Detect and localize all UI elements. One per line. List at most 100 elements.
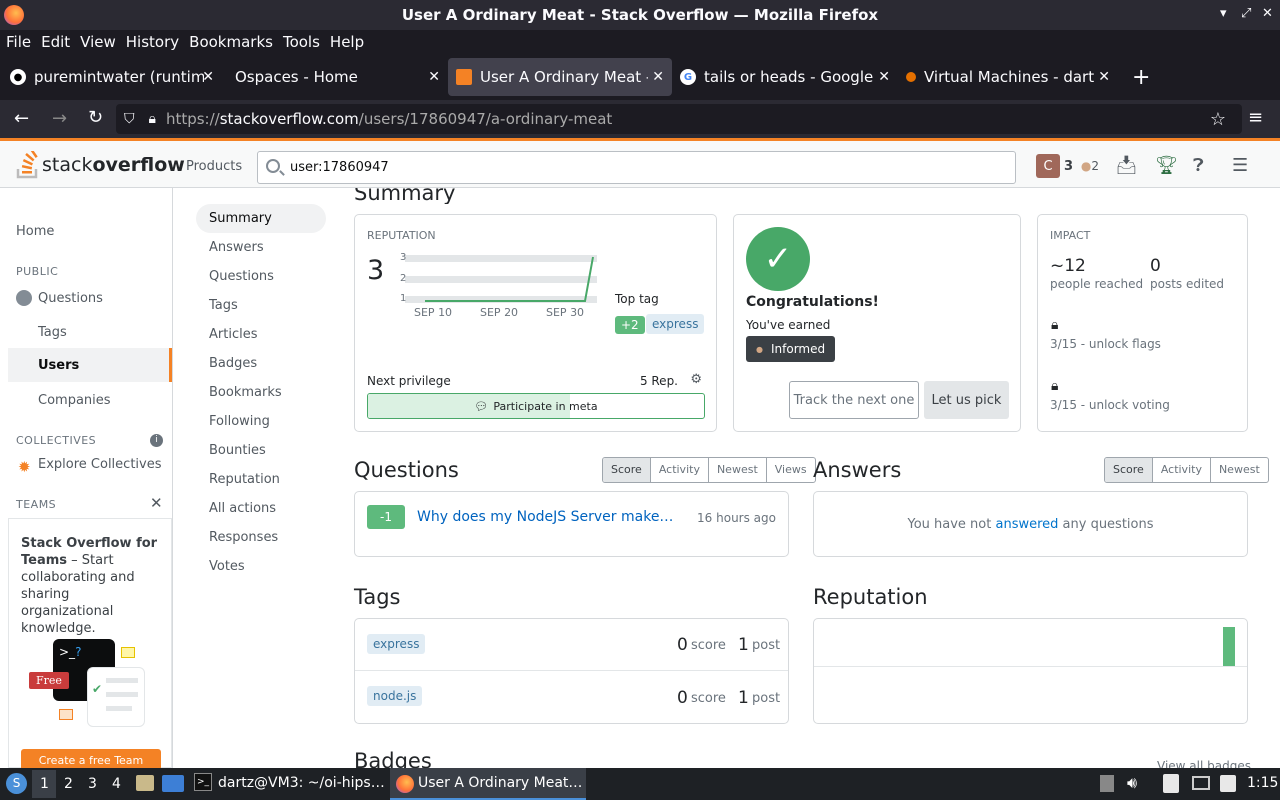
so-logo-icon <box>16 151 38 179</box>
maximize-icon[interactable]: ⤢ <box>1241 6 1251 21</box>
menu-tools[interactable]: Tools <box>283 33 320 51</box>
nav-companies[interactable]: Companies <box>38 393 111 408</box>
desktop-icon[interactable] <box>162 775 184 792</box>
menu-bookmarks[interactable]: Bookmarks <box>189 33 273 51</box>
tab-ospaces[interactable]: Ospaces - Home ✕ <box>222 58 448 96</box>
achievements-icon[interactable]: 🏆︎ <box>1155 155 1178 176</box>
workspace-4[interactable]: 4 <box>112 776 121 792</box>
tab-bar: ● puremintwater (runtime) ✕ Ospaces - Ho… <box>0 54 1280 100</box>
info-icon[interactable]: i <box>150 434 163 447</box>
bookmark-star-icon[interactable]: ☆ <box>1210 109 1226 130</box>
badge-card: ✓ Congratulations! You've earned ● Inform… <box>733 214 1021 432</box>
close-tab-icon[interactable]: ✕ <box>1098 69 1110 85</box>
tag-express[interactable]: express <box>367 634 426 654</box>
sort-score[interactable]: Score <box>603 458 650 482</box>
sort-views[interactable]: Views <box>765 458 815 482</box>
sort-newest[interactable]: Newest <box>707 458 766 482</box>
let-us-pick-button[interactable]: Let us pick <box>924 381 1009 419</box>
so-logo[interactable]: stack overflow <box>16 151 185 179</box>
taskbar-terminal[interactable]: dartz@VM3: ~/oi-hips… <box>218 775 385 791</box>
search-input[interactable]: user:17860947 <box>257 151 1016 184</box>
new-tab-icon[interactable]: + <box>1132 65 1150 90</box>
gear-icon[interactable]: ⚙ <box>690 372 702 387</box>
nav-questions[interactable]: Questions <box>38 291 103 306</box>
start-menu-icon[interactable]: S <box>6 773 27 794</box>
profnav-bounties[interactable]: Bounties <box>196 436 326 465</box>
workspace-3[interactable]: 3 <box>88 776 97 792</box>
volume-icon[interactable]: 🔊︎ <box>1127 773 1137 793</box>
profnav-answers[interactable]: Answers <box>196 233 326 262</box>
tab-puremintwater[interactable]: ● puremintwater (runtime) ✕ <box>2 58 222 96</box>
profnav-following[interactable]: Following <box>196 407 326 436</box>
nav-tags[interactable]: Tags <box>38 325 67 340</box>
help-icon[interactable]: ❓︎ <box>1193 155 1204 176</box>
tray-icon[interactable] <box>1100 775 1114 792</box>
minimize-icon[interactable]: ▾ <box>1220 6 1227 21</box>
profnav-all-actions[interactable]: All actions <box>196 494 326 523</box>
sort-activity[interactable]: Activity <box>1151 458 1210 482</box>
tab-google[interactable]: G tails or heads - Google Se ✕ <box>672 58 898 96</box>
display-icon[interactable] <box>1192 776 1210 790</box>
url-field[interactable]: ⛉ 🔒︎ https://stackoverflow.com/users/178… <box>116 104 1242 134</box>
profnav-bookmarks[interactable]: Bookmarks <box>196 378 326 407</box>
top-reputation[interactable]: 3 ●2 <box>1064 159 1099 174</box>
menu-history[interactable]: History <box>126 33 179 51</box>
sort-activity[interactable]: Activity <box>649 458 708 482</box>
top-tag[interactable]: express <box>646 314 705 334</box>
close-icon[interactable]: ✕ <box>150 494 163 512</box>
back-icon[interactable]: ← <box>14 108 29 129</box>
shield-icon[interactable]: ⛉ <box>124 111 135 127</box>
menu-help[interactable]: Help <box>330 33 364 51</box>
notes-icon[interactable] <box>1220 775 1236 792</box>
close-tab-icon[interactable]: ✕ <box>878 69 890 85</box>
reputation-history-card <box>813 618 1248 724</box>
inbox-icon[interactable]: 📥︎ <box>1115 155 1138 176</box>
profnav-articles[interactable]: Articles <box>196 320 326 349</box>
lock-icon[interactable]: 🔒︎ <box>149 111 156 127</box>
profnav-badges[interactable]: Badges <box>196 349 326 378</box>
profnav-responses[interactable]: Responses <box>196 523 326 552</box>
site-switcher-icon[interactable]: ☰ <box>1232 155 1248 176</box>
sort-score[interactable]: Score <box>1105 458 1152 482</box>
answered-link[interactable]: answered <box>995 517 1058 532</box>
question-title-link[interactable]: Why does my NodeJS Server make… <box>417 509 673 525</box>
products-link[interactable]: Products <box>186 159 242 174</box>
close-window-icon[interactable]: ✕ <box>1262 6 1273 21</box>
github-icon: ● <box>10 69 26 85</box>
nav-home[interactable]: Home <box>16 224 54 239</box>
track-next-button[interactable]: Track the next one <box>789 381 919 419</box>
nav-users[interactable]: Users <box>8 348 172 382</box>
profnav-tags[interactable]: Tags <box>196 291 326 320</box>
collectives-icon: ✹ <box>18 458 31 476</box>
workspace-2[interactable]: 2 <box>64 776 73 792</box>
menu-file[interactable]: File <box>6 33 31 51</box>
privilege-progress[interactable]: 💬︎ Participate in meta <box>367 393 705 419</box>
view-all-badges-link[interactable]: View all badges <box>1157 759 1251 768</box>
profnav-questions[interactable]: Questions <box>196 262 326 291</box>
tab-proxmox[interactable]: Virtual Machines - dartz@ ✕ <box>898 58 1118 96</box>
reputation-value: 3 <box>367 255 385 286</box>
nav-explore-collectives[interactable]: Explore Collectives <box>38 457 162 472</box>
close-tab-icon[interactable]: ✕ <box>652 69 664 85</box>
reload-icon[interactable]: ↻ <box>88 107 103 128</box>
profnav-reputation[interactable]: Reputation <box>196 465 326 494</box>
forward-icon[interactable]: → <box>52 108 67 129</box>
profnav-votes[interactable]: Votes <box>196 552 326 581</box>
close-tab-icon[interactable]: ✕ <box>202 69 214 85</box>
informed-badge[interactable]: ● Informed <box>746 336 836 362</box>
clipboard-icon[interactable] <box>1163 774 1179 793</box>
close-tab-icon[interactable]: ✕ <box>428 69 440 85</box>
menu-view[interactable]: View <box>80 33 116 51</box>
sort-newest[interactable]: Newest <box>1209 458 1268 482</box>
teams-promo: Stack Overflow for Teams – Start collabo… <box>8 518 172 771</box>
hamburger-menu-icon[interactable]: ≡ <box>1248 107 1263 128</box>
tag-nodejs[interactable]: node.js <box>367 686 423 706</box>
taskbar-firefox[interactable]: User A Ordinary Meat… <box>418 775 582 791</box>
tab-stackoverflow[interactable]: User A Ordinary Meat - Sta ✕ <box>448 58 672 96</box>
profnav-summary[interactable]: Summary <box>196 204 326 233</box>
workspace-1[interactable]: 1 <box>40 776 49 792</box>
questions-card: -1 Why does my NodeJS Server make… 16 ho… <box>354 491 789 557</box>
files-icon[interactable] <box>136 775 154 791</box>
menu-edit[interactable]: Edit <box>41 33 70 51</box>
avatar[interactable]: C <box>1036 154 1060 178</box>
